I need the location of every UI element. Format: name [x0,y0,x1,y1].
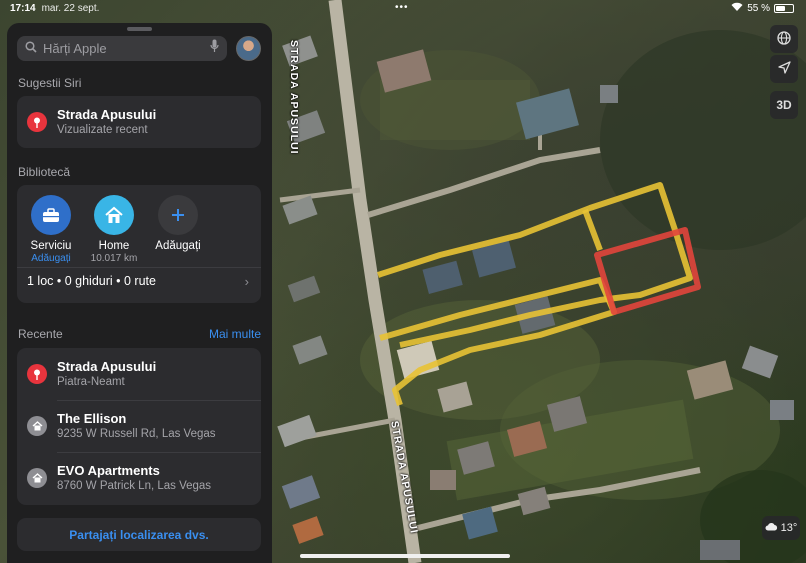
siri-suggestion-row[interactable]: Strada Apusului Vizualizate recent [17,96,261,148]
library-item-serviciu-sub[interactable]: Adăugați [19,253,83,264]
multitasking-dots[interactable]: ••• [395,2,409,13]
recent-item[interactable]: EVO Apartments 8760 W Patrick Ln, Las Ve… [17,452,261,504]
library-item-add[interactable]: Adăugați [146,195,210,252]
recent-item-subtitle: 9235 W Russell Rd, Las Vegas [57,428,216,440]
status-time: 17:14 [10,2,36,14]
weather-temperature: 13° [780,522,798,534]
street-label-apusului-top: STRADA APUSULUI [288,40,300,155]
recent-item-title: The Ellison [57,411,127,426]
view-3d-button[interactable]: 3D [770,91,798,119]
panel-grabber[interactable] [127,27,152,31]
library-item-home-label: Home [98,240,130,252]
battery-icon [774,3,794,13]
recent-item[interactable]: The Ellison 9235 W Russell Rd, Las Vegas [17,400,261,452]
chevron-right-icon[interactable]: › [245,274,249,289]
library-summary[interactable]: 1 loc • 0 ghiduri • 0 rute [27,274,156,288]
search-bar[interactable]: Hărți Apple [17,36,227,61]
location-button[interactable] [770,55,798,83]
briefcase-icon [31,195,71,235]
building-icon [27,468,47,488]
house-icon [94,195,134,235]
recent-item-subtitle: 8760 W Patrick Ln, Las Vegas [57,480,212,492]
map-pin-icon [27,364,47,384]
building-icon [27,416,47,436]
library-item-serviciu[interactable]: Serviciu Adăugați [19,195,83,264]
location-arrow-icon [777,61,791,77]
globe-button[interactable] [770,25,798,53]
search-input[interactable]: Hărți Apple [43,41,210,56]
library-item-home-distance: 10.017 km [90,253,138,264]
avatar[interactable] [236,36,261,61]
wifi-icon [731,2,743,14]
library-divider [17,267,261,268]
recent-item[interactable]: Strada Apusului Piatra-Neamt [17,348,261,400]
library-heading: Bibliotecă [18,165,71,179]
library-card: Serviciu Adăugați Home 10.017 km Adăugaț… [17,185,261,303]
recents-more-link[interactable]: Mai multe [209,327,261,341]
status-bar: 17:14 mar. 22 sept. ••• 55 % [0,0,806,16]
search-icon [25,40,37,58]
library-item-home[interactable]: Home 10.017 km [82,195,146,264]
library-item-serviciu-label: Serviciu [30,240,72,252]
cloud-icon [765,522,778,534]
recents-card: Strada Apusului Piatra-Neamt The Ellison… [17,348,261,505]
battery-fill [776,5,785,11]
home-indicator[interactable] [300,554,510,558]
status-date: mar. 22 sept. [41,2,100,14]
globe-icon [777,30,791,48]
library-item-add-label: Adăugați [155,240,201,252]
map-pin-icon [27,112,47,132]
microphone-icon[interactable] [210,39,219,58]
plus-icon [158,195,198,235]
recent-item-title: EVO Apartments [57,463,160,478]
siri-suggestion-subtitle: Vizualizate recent [57,124,148,136]
recent-item-subtitle: Piatra-Neamt [57,376,125,388]
weather-badge: 13° [762,516,800,540]
siri-suggestion-card[interactable]: Strada Apusului Vizualizate recent [17,96,261,148]
recents-heading: Recente [18,327,63,341]
sidebar-panel: Hărți Apple Sugestii Siri Strada Apusulu… [7,23,272,563]
battery-percent: 55 % [747,2,770,14]
siri-heading: Sugestii Siri [18,76,82,90]
siri-suggestion-title: Strada Apusului [57,107,157,122]
share-location-button[interactable]: Partajați localizarea dvs. [17,518,261,551]
recent-item-title: Strada Apusului [57,359,157,374]
